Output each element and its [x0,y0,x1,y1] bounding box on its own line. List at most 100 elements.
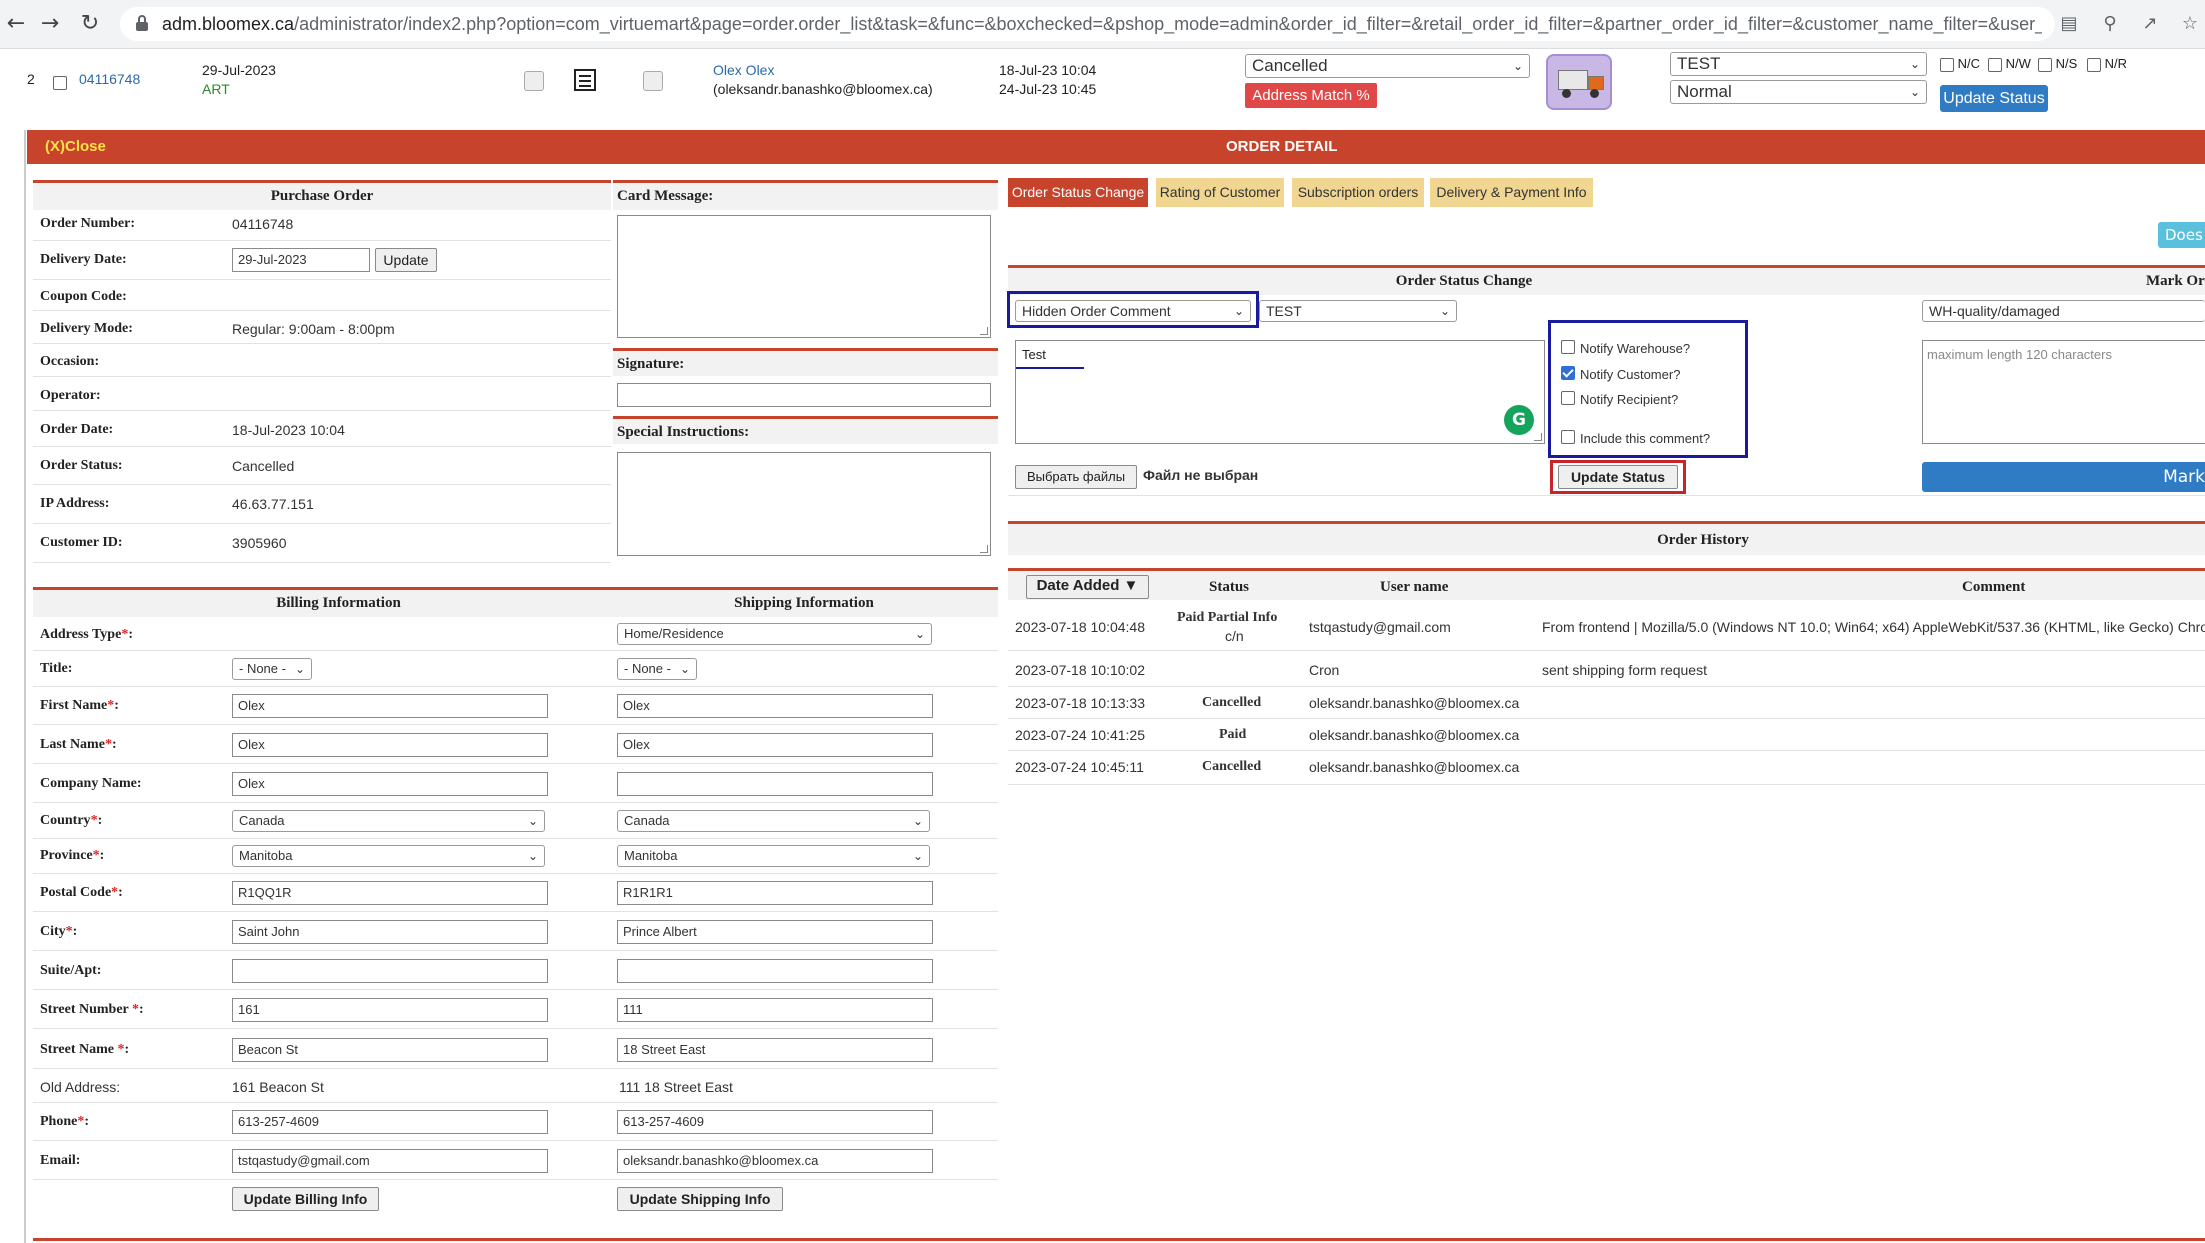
notify-warehouse-checkbox[interactable] [1561,340,1575,354]
ship-street-number-input[interactable]: 111 [617,998,933,1022]
tab-order-status-change[interactable]: Order Status Change [1008,178,1148,207]
order-status-value: Cancelled [232,458,295,474]
city-label: City*: [40,924,78,939]
forward-arrow-icon[interactable]: → [34,8,66,40]
mark-comment-textarea[interactable]: maximum length 120 characters [1922,340,2205,444]
flag-nr[interactable]: N/R [2087,56,2127,72]
bookmark-star-icon[interactable]: ☆ [2176,10,2204,38]
share-icon[interactable]: ↗ [2136,10,2164,38]
ship-suite-input[interactable] [617,959,933,983]
close-link[interactable]: (X)Close [45,138,106,155]
mark-reason-select[interactable]: WH-quality/damaged [1922,300,2205,322]
zoom-icon[interactable]: ⚲ [2096,10,2124,38]
edit-icon[interactable] [643,71,663,91]
ship-postal-input[interactable]: R1R1R1 [617,881,933,905]
card-message-heading: Card Message: [613,180,998,210]
delivery-date-update-button[interactable]: Update [375,248,437,272]
delivery-mode-label: Delivery Mode: [40,321,133,336]
delivery-truck-icon[interactable] [1546,54,1612,110]
priority-select[interactable]: Normal ⌄ [1670,80,1927,104]
tab-subscription-orders[interactable]: Subscription orders [1292,178,1424,207]
notify-recipient-checkbox[interactable] [1561,391,1575,405]
customer-id-link[interactable]: 3905960 [232,535,287,551]
created-datetime: 18-Jul-23 10:04 [999,62,1097,78]
billing-heading: Billing Information [33,587,644,617]
shipping-heading: Shipping Information [610,587,998,617]
url-text[interactable]: adm.bloomex.ca/administrator/index2.php?… [162,7,2042,41]
country-label: Country*: [40,813,103,828]
translate-icon[interactable]: ▤ [2055,10,2083,38]
ship-city-input[interactable]: Prince Albert [617,920,933,944]
bill-city-input[interactable]: Saint John [232,920,548,944]
reload-icon[interactable]: ↻ [74,8,106,40]
bill-last-name-input[interactable]: Olex [232,733,548,757]
status-test-select[interactable]: TEST ⌄ [1259,300,1457,322]
bill-postal-input[interactable]: R1QQ1R [232,881,548,905]
order-status-select[interactable]: Cancelled ⌄ [1245,54,1530,78]
bill-email-input[interactable]: tstqastudy@gmail.com [232,1149,548,1173]
ship-phone-input[interactable]: 613-257-4609 [617,1110,933,1134]
ship-address-type-select[interactable]: Home/Residence ⌄ [617,623,932,645]
list-icon[interactable] [574,69,596,91]
mark-button[interactable]: Mark [1922,462,2205,492]
row-select-checkbox[interactable] [53,76,67,90]
update-billing-button[interactable]: Update Billing Info [232,1187,379,1211]
ship-street-name-input[interactable]: 18 Street East [617,1038,933,1062]
test-select[interactable]: TEST ⌄ [1670,52,1927,76]
bill-suite-input[interactable] [232,959,548,983]
signature-input[interactable] [617,383,991,407]
customer-name-link[interactable]: Olex Olex [713,62,774,78]
ship-last-name-input[interactable]: Olex [617,733,933,757]
card-message-textarea[interactable] [617,215,991,338]
grammarly-icon[interactable]: G [1504,405,1534,435]
ship-province-select[interactable]: Manitoba ⌄ [617,845,930,867]
order-date-label: Order Date: [40,422,114,437]
address-match-button[interactable]: Address Match % [1245,83,1377,108]
bill-first-name-input[interactable]: Olex [232,694,548,718]
bill-street-number-input[interactable]: 161 [232,998,548,1022]
notify-customer-checkbox[interactable] [1561,366,1575,380]
bill-street-name-input[interactable]: Beacon St [232,1038,548,1062]
postal-code-label: Postal Code*: [40,885,123,900]
update-status-button[interactable]: Update Status [1558,465,1678,489]
last-name-label: Last Name*: [40,737,117,752]
browser-toolbar: ← → ↻ adm.bloomex.ca/administrator/index… [0,0,2205,49]
special-instructions-heading: Special Instructions: [613,416,998,444]
delivery-date-input[interactable]: 29-Jul-2023 [232,248,370,272]
old-address-label: Old Address: [40,1079,121,1095]
bill-country-select[interactable]: Canada ⌄ [232,810,545,832]
customer-id-label: Customer ID: [40,535,123,550]
flag-nc[interactable]: N/C [1940,56,1980,72]
back-arrow-icon[interactable]: ← [0,8,32,40]
flag-nw[interactable]: N/W [1988,56,2031,72]
bill-company-input[interactable]: Olex [232,772,548,796]
order-detail-title: ORDER DETAIL [1226,138,1338,155]
ship-email-input[interactable]: oleksandr.banashko@bloomex.ca [617,1149,933,1173]
tab-delivery-payment-info[interactable]: Delivery & Payment Info [1430,178,1593,207]
bill-phone-input[interactable]: 613-257-4609 [232,1110,548,1134]
signature-heading: Signature: [613,348,998,376]
order-number-link[interactable]: 04116748 [79,71,140,87]
suite-label: Suite/Apt: [40,963,102,978]
bill-title-select[interactable]: - None - ⌄ [232,658,312,680]
ship-country-select[interactable]: Canada ⌄ [617,810,930,832]
special-instructions-textarea[interactable] [617,452,991,556]
ship-old-address: 111 18 Street East [619,1079,733,1095]
does-button[interactable]: Does [2158,222,2205,248]
print-icon[interactable] [524,71,544,91]
flag-ns[interactable]: N/S [2038,56,2077,72]
include-comment-checkbox[interactable] [1561,430,1575,444]
tab-rating-of-customer[interactable]: Rating of Customer [1156,178,1284,207]
mark-order-heading: Mark Or [2146,273,2205,289]
update-shipping-button[interactable]: Update Shipping Info [617,1187,783,1211]
address-bar[interactable]: adm.bloomex.ca/administrator/index2.php?… [120,7,2055,41]
ship-title-select[interactable]: - None - ⌄ [617,658,697,680]
street-name-label: Street Name *: [40,1042,130,1057]
choose-files-button[interactable]: Выбрать файлы [1015,465,1137,489]
row-update-status-button[interactable]: Update Status [1940,85,2048,112]
date-added-sort-button[interactable]: Date Added ▼ [1026,575,1149,599]
ship-first-name-input[interactable]: Olex [617,694,933,718]
ship-company-input[interactable] [617,772,933,796]
bill-province-select[interactable]: Manitoba ⌄ [232,845,545,867]
status-comment-textarea[interactable]: Test G [1015,340,1545,444]
